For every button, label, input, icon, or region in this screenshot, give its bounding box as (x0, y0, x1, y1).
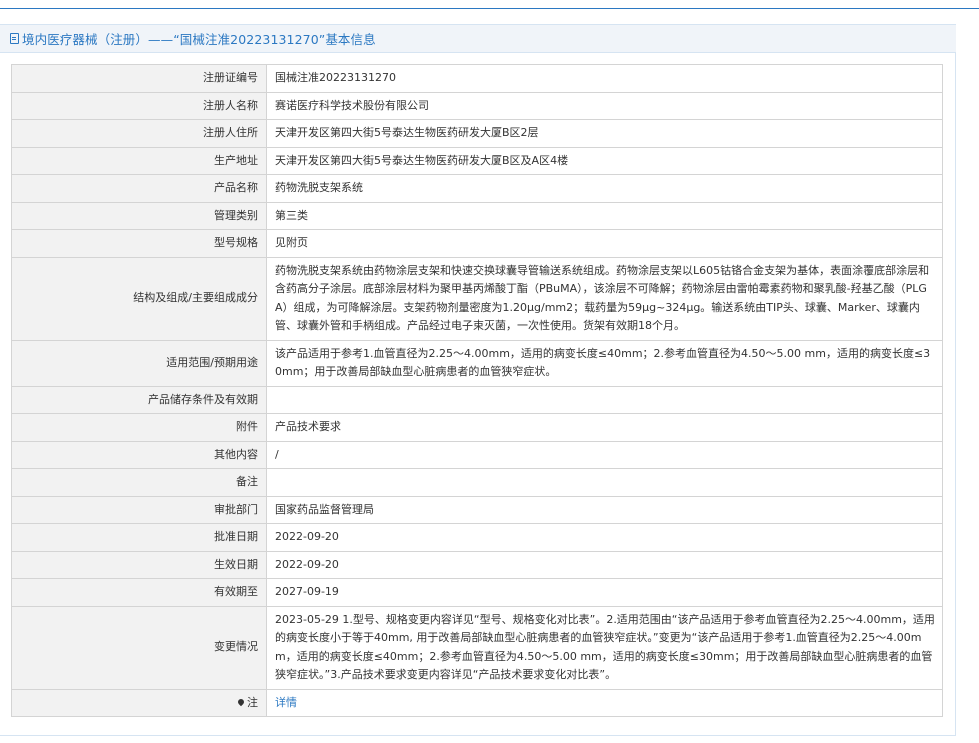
row-label: 变更情况 (11, 605, 267, 690)
row-value: 2027-09-19 (266, 578, 943, 607)
table-row: 型号规格 见附页 (11, 229, 943, 258)
row-value: 国家药品监督管理局 (266, 495, 943, 524)
row-label: 备注 (11, 468, 267, 497)
row-label: 产品储存条件及有效期 (11, 385, 267, 414)
row-label: 适用范围/预期用途 (11, 339, 267, 387)
table-row: 变更情况 2023-05-29 1.型号、规格变更内容详见“型号、规格变化对比表”… (11, 605, 943, 690)
table-row: 产品储存条件及有效期 (11, 385, 943, 414)
row-value-note: 详情 (266, 688, 943, 717)
table-row: 生产地址 天津开发区第四大街5号泰达生物医药研发大厦B区及A区4楼 (11, 146, 943, 175)
row-label: 批准日期 (11, 523, 267, 552)
row-value: 国械注准20223131270 (266, 64, 943, 93)
note-label: 注 (247, 695, 258, 709)
document-icon (10, 33, 19, 44)
row-value: 药物洗脱支架系统 (266, 174, 943, 203)
row-label: 注册证编号 (11, 64, 267, 93)
table-row: 管理类别 第三类 (11, 201, 943, 230)
row-value (266, 385, 943, 414)
row-value: 产品技术要求 (266, 413, 943, 442)
row-label: 注册人名称 (11, 91, 267, 120)
row-label: 注册人住所 (11, 119, 267, 148)
table-row: 结构及组成/主要组成成分 药物洗脱支架系统由药物涂层支架和快速交换球囊导管输送系统… (11, 256, 943, 341)
row-value: 2022-09-20 (266, 523, 943, 552)
row-value: 赛诺医疗科学技术股份有限公司 (266, 91, 943, 120)
pin-icon (236, 697, 246, 706)
row-label: 型号规格 (11, 229, 267, 258)
table-row: 批准日期 2022-09-20 (11, 523, 943, 552)
row-value: 2023-05-29 1.型号、规格变更内容详见“型号、规格变化对比表”。2.适… (266, 605, 943, 690)
registration-info-table: 注册证编号 国械注准20223131270 注册人名称 赛诺医疗科学技术股份有限公司… (11, 64, 943, 717)
table-row: 注 详情 (11, 688, 943, 717)
table-row: 备注 (11, 468, 943, 497)
table-row: 注册人住所 天津开发区第四大街5号泰达生物医药研发大厦B区2层 (11, 119, 943, 148)
table-row: 适用范围/预期用途 该产品适用于参考1.血管直径为2.25～4.00mm，适用的病… (11, 339, 943, 387)
row-label: 有效期至 (11, 578, 267, 607)
row-label: 附件 (11, 413, 267, 442)
row-value: 药物洗脱支架系统由药物涂层支架和快速交换球囊导管输送系统组成。药物涂层支架以L6… (266, 256, 943, 341)
row-label: 产品名称 (11, 174, 267, 203)
panel-header: 境内医疗器械（注册）——“国械注准20223131270”基本信息 (0, 24, 956, 53)
table-row: 产品名称 药物洗脱支架系统 (11, 174, 943, 203)
row-value: / (266, 440, 943, 469)
table-row: 有效期至 2027-09-19 (11, 578, 943, 607)
row-label: 其他内容 (11, 440, 267, 469)
row-value: 2022-09-20 (266, 550, 943, 579)
row-value (266, 468, 943, 497)
row-value: 第三类 (266, 201, 943, 230)
row-label: 审批部门 (11, 495, 267, 524)
table-row: 注册证编号 国械注准20223131270 (11, 64, 943, 93)
row-value: 天津开发区第四大街5号泰达生物医药研发大厦B区及A区4楼 (266, 146, 943, 175)
top-divider (0, 8, 979, 9)
table-row: 审批部门 国家药品监督管理局 (11, 495, 943, 524)
table-row: 生效日期 2022-09-20 (11, 550, 943, 579)
row-label-note: 注 (11, 688, 267, 717)
page-title: 境内医疗器械（注册）——“国械注准20223131270”基本信息 (22, 32, 376, 47)
table-row: 附件 产品技术要求 (11, 413, 943, 442)
row-label: 管理类别 (11, 201, 267, 230)
row-label: 结构及组成/主要组成成分 (11, 256, 267, 341)
table-row: 注册人名称 赛诺医疗科学技术股份有限公司 (11, 91, 943, 120)
row-label: 生效日期 (11, 550, 267, 579)
row-value: 见附页 (266, 229, 943, 258)
row-value: 该产品适用于参考1.血管直径为2.25～4.00mm，适用的病变长度≤40mm；… (266, 339, 943, 387)
row-value: 天津开发区第四大街5号泰达生物医药研发大厦B区2层 (266, 119, 943, 148)
table-row: 其他内容 / (11, 440, 943, 469)
detail-link[interactable]: 详情 (275, 696, 297, 709)
row-label: 生产地址 (11, 146, 267, 175)
